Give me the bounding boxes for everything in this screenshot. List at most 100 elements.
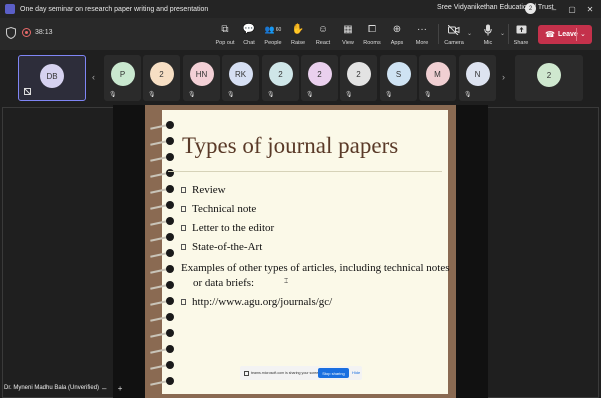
checkbox-bullet-icon bbox=[181, 187, 186, 194]
apps-button[interactable]: ⊕ Apps bbox=[383, 20, 411, 48]
rooms-button[interactable]: ⧠ Rooms bbox=[358, 20, 386, 48]
participant-tile[interactable]: 2 🎙 bbox=[143, 55, 180, 101]
avatar: 2 bbox=[537, 63, 561, 87]
teams-logo-icon bbox=[5, 4, 15, 14]
mic-off-icon: 🎙 bbox=[464, 92, 472, 98]
participant-tile-self[interactable]: DB bbox=[18, 55, 86, 101]
avatar: N bbox=[465, 62, 490, 86]
mic-off-icon bbox=[24, 88, 31, 97]
people-button[interactable]: 👥 60 People bbox=[259, 20, 287, 48]
camera-options-chevron-icon[interactable]: ⌄ bbox=[467, 30, 472, 37]
mic-off-icon: 🎙 bbox=[306, 92, 314, 98]
screen-share-banner: teams.microsoft.com is sharing your scre… bbox=[240, 366, 362, 380]
spiral-ring bbox=[150, 264, 174, 274]
participant-count: 60 bbox=[275, 26, 282, 33]
avatar: HN bbox=[189, 62, 214, 86]
mic-off-icon: 🎙 bbox=[345, 92, 353, 98]
view-icon: ▦ bbox=[343, 24, 353, 35]
react-button[interactable]: ☺ React bbox=[309, 20, 337, 48]
prev-participants-arrow-icon[interactable]: ‹ bbox=[92, 72, 95, 82]
slide-paragraph-continued: or data briefs: bbox=[193, 277, 255, 289]
people-icon: 👥 60 bbox=[264, 25, 282, 34]
participant-strip: DB ‹ P 🎙 2 🎙 HN 🎙 RK 🎙 2 🎙 2 🎙 2 🎙 S 🎙 M 🎙 N 🎙 › 2 bbox=[0, 50, 601, 107]
presenter-name: Dr. Myneni Madhu Bala (Unverified) bbox=[4, 385, 100, 391]
meeting-timer: 38:13 bbox=[35, 29, 53, 36]
checkbox-bullet-icon bbox=[181, 225, 186, 232]
participant-tile[interactable]: S 🎙 bbox=[380, 55, 417, 101]
mic-options-chevron-icon[interactable]: ⌄ bbox=[500, 30, 505, 37]
more-button[interactable]: ··· More bbox=[408, 20, 436, 48]
microphone-icon bbox=[481, 23, 495, 37]
slide-bullet: State-of-the-Art bbox=[181, 241, 262, 253]
next-participants-arrow-icon[interactable]: › bbox=[502, 72, 505, 82]
window-title: One day seminar on research paper writin… bbox=[20, 5, 209, 13]
slide-bullet: Technical note bbox=[181, 203, 256, 215]
participant-tile[interactable]: 2 🎙 bbox=[262, 55, 299, 101]
toolbar-divider bbox=[438, 24, 439, 44]
participant-tile[interactable]: N 🎙 bbox=[459, 55, 496, 101]
avatar: M bbox=[425, 62, 450, 86]
mic-button[interactable]: Mic bbox=[474, 20, 502, 48]
checkbox-bullet-icon bbox=[181, 206, 186, 213]
minimize-button[interactable]: – bbox=[547, 2, 561, 16]
avatar: P bbox=[110, 62, 135, 86]
slide-title: Types of journal papers bbox=[182, 133, 399, 158]
leave-button[interactable]: ☎ Leave ⌄ bbox=[538, 25, 592, 44]
leave-options-chevron-icon[interactable]: ⌄ bbox=[580, 30, 586, 38]
participant-tile[interactable]: RK 🎙 bbox=[222, 55, 259, 101]
spiral-ring bbox=[150, 200, 174, 210]
camera-button[interactable]: Camera bbox=[440, 20, 468, 48]
zoom-out-button[interactable]: – bbox=[102, 384, 106, 393]
slide-link-bullet: http://www.agu.org/journals/gc/ bbox=[181, 296, 332, 308]
slide-bullet: Review bbox=[181, 184, 226, 196]
mic-off-icon: 🎙 bbox=[267, 92, 275, 98]
participant-tile[interactable]: 2 🎙 bbox=[340, 55, 377, 101]
zoom-in-button[interactable]: + bbox=[118, 384, 123, 393]
chat-icon: 💬 bbox=[242, 24, 256, 35]
participant-tile[interactable]: 2 🎙 bbox=[301, 55, 338, 101]
spiral-ring bbox=[150, 152, 174, 162]
zoom-controls: – + bbox=[102, 384, 122, 393]
organization-name[interactable]: Sree Vidyanikethan Educational Trust bbox=[437, 4, 554, 11]
mic-off-icon: 🎙 bbox=[227, 92, 235, 98]
maximize-button[interactable]: ▢ bbox=[565, 2, 579, 16]
title-bar: One day seminar on research paper writin… bbox=[0, 0, 601, 18]
mic-off-icon: 🎙 bbox=[188, 92, 196, 98]
participant-tile[interactable]: M 🎙 bbox=[419, 55, 456, 101]
spiral-ring bbox=[150, 280, 174, 290]
avatar: RK bbox=[228, 62, 253, 86]
account-avatar[interactable]: 2 bbox=[525, 3, 536, 14]
apps-icon: ⊕ bbox=[392, 24, 402, 35]
avatar: S bbox=[386, 62, 411, 86]
checkbox-bullet-icon bbox=[181, 244, 186, 251]
meeting-toolbar: 38:13 ⧉ Pop out 💬 Chat 👥 60 People ✋ Rais… bbox=[0, 18, 601, 50]
mic-off-icon: 🎙 bbox=[385, 92, 393, 98]
avatar: DB bbox=[40, 64, 64, 88]
spiral-ring bbox=[150, 376, 174, 386]
spiral-ring bbox=[150, 216, 174, 226]
stop-sharing-button[interactable]: Stop sharing bbox=[318, 368, 349, 378]
raise-hand-button[interactable]: ✋ Raise bbox=[284, 20, 312, 48]
spiral-ring bbox=[150, 312, 174, 322]
participant-overflow-tile[interactable]: 2 bbox=[515, 55, 583, 101]
pop-out-icon: ⧉ bbox=[221, 24, 229, 35]
mic-off-icon: 🎙 bbox=[109, 92, 117, 98]
participant-tile[interactable]: HN 🎙 bbox=[183, 55, 220, 101]
shield-icon bbox=[6, 27, 16, 39]
close-button[interactable]: ✕ bbox=[583, 2, 597, 16]
participant-tile[interactable]: P 🎙 bbox=[104, 55, 141, 101]
recording-icon bbox=[22, 28, 31, 37]
spiral-ring bbox=[150, 184, 174, 194]
share-indicator-icon bbox=[244, 370, 249, 376]
raise-hand-icon: ✋ bbox=[291, 24, 305, 35]
checkbox-bullet-icon bbox=[181, 299, 186, 306]
share-button[interactable]: Share bbox=[507, 20, 535, 48]
mic-off-icon: 🎙 bbox=[148, 92, 156, 98]
avatar: 2 bbox=[307, 62, 332, 86]
spiral-ring bbox=[150, 232, 174, 242]
spiral-ring bbox=[150, 360, 174, 370]
react-icon: ☺ bbox=[317, 24, 329, 35]
slide-divider bbox=[168, 171, 442, 172]
phone-hangup-icon: ☎ bbox=[545, 30, 555, 39]
hide-banner-link[interactable]: Hide bbox=[352, 370, 360, 375]
